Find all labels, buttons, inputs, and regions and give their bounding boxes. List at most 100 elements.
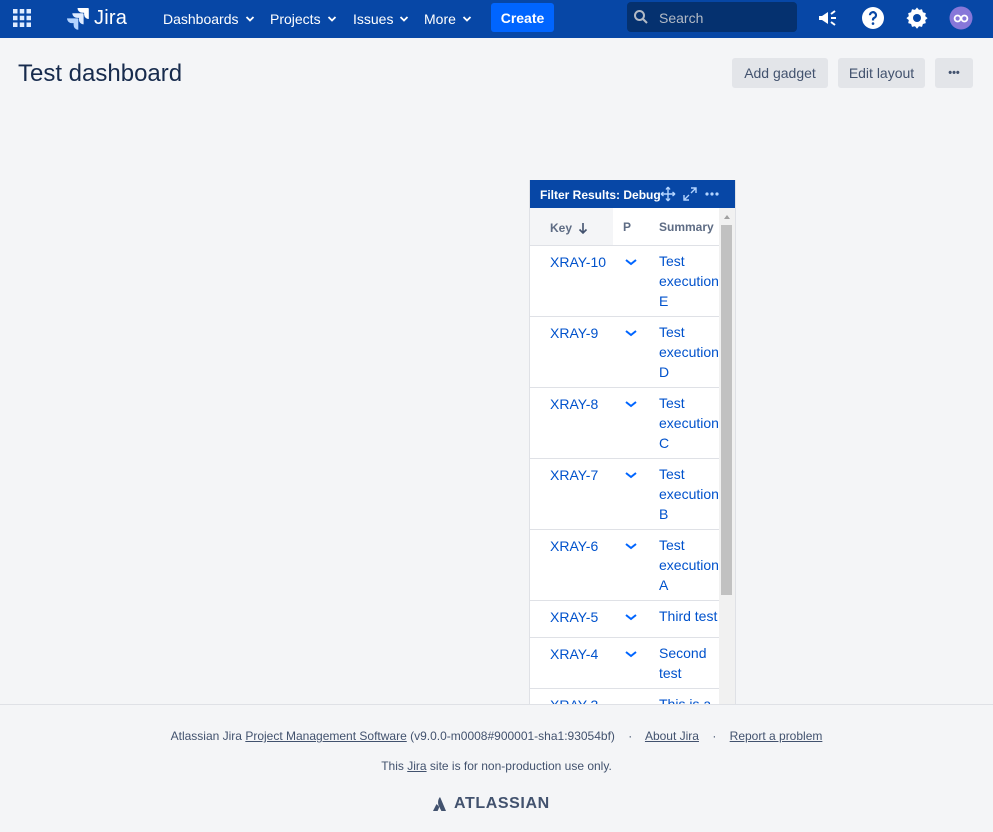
summary-line: A bbox=[659, 577, 669, 593]
issue-key-link[interactable]: XRAY-9 bbox=[550, 325, 598, 341]
issue-key-link[interactable]: XRAY-4 bbox=[550, 646, 598, 662]
column-header-key-label: Key bbox=[550, 221, 573, 235]
priority-low-icon bbox=[625, 651, 637, 658]
chevron-down-icon bbox=[400, 16, 409, 22]
gadget-menu-icon[interactable] bbox=[704, 186, 720, 202]
row-divider bbox=[530, 458, 719, 459]
chevron-down-icon bbox=[327, 16, 336, 22]
summary-line: B bbox=[659, 506, 669, 522]
atlassian-logo-icon bbox=[433, 797, 446, 811]
summary-line: Test bbox=[659, 537, 685, 553]
issue-key-link[interactable]: XRAY-8 bbox=[550, 396, 598, 412]
summary-line: Test bbox=[659, 395, 685, 411]
column-header-priority[interactable]: P bbox=[623, 220, 631, 234]
row-divider bbox=[530, 529, 719, 530]
report-problem-link[interactable]: Report a problem bbox=[730, 729, 823, 743]
footer: Atlassian Jira Project Management Softwa… bbox=[0, 704, 993, 832]
row-divider bbox=[530, 387, 719, 388]
issue-summary-link[interactable]: Test execution A bbox=[659, 535, 719, 595]
issue-key-link[interactable]: XRAY-7 bbox=[550, 467, 598, 483]
row-divider bbox=[530, 637, 719, 638]
add-gadget-button[interactable]: Add gadget bbox=[732, 58, 828, 88]
notice-text: This bbox=[381, 759, 404, 773]
page-title: Test dashboard bbox=[18, 60, 183, 87]
settings-gear-icon[interactable] bbox=[905, 6, 929, 30]
nav-more-label: More bbox=[424, 11, 456, 27]
help-icon[interactable] bbox=[861, 6, 885, 30]
sort-descending-icon bbox=[579, 223, 588, 235]
nav-issues-label: Issues bbox=[353, 11, 394, 27]
filter-results-gadget: Filter Results: Debug Key P Summary XRAY… bbox=[529, 180, 736, 706]
top-navigation-bar: Jira Dashboards Projects Issues More Cre… bbox=[0, 0, 993, 38]
version-text: (v9.0.0-m0008#900001-sha1:93054bf) bbox=[410, 729, 615, 743]
gadget-header: Filter Results: Debug bbox=[530, 180, 735, 208]
nav-dashboards[interactable]: Dashboards bbox=[163, 0, 255, 38]
jira-logo[interactable]: Jira bbox=[66, 6, 127, 30]
chevron-down-icon bbox=[462, 16, 472, 22]
summary-line: E bbox=[659, 293, 669, 309]
user-avatar-icon[interactable] bbox=[949, 6, 973, 30]
search-input[interactable]: Search bbox=[627, 2, 797, 32]
column-header-summary[interactable]: Summary bbox=[659, 220, 714, 234]
notifications-megaphone-icon[interactable] bbox=[816, 6, 840, 30]
separator: · bbox=[712, 729, 717, 743]
summary-line: Second bbox=[659, 645, 707, 661]
header-divider bbox=[530, 245, 719, 246]
nav-more[interactable]: More bbox=[424, 0, 472, 38]
gadget-title: Filter Results: Debug bbox=[540, 188, 661, 202]
summary-line: Test bbox=[659, 466, 685, 482]
row-divider bbox=[530, 600, 719, 601]
jira-link[interactable]: Jira bbox=[407, 759, 426, 773]
summary-line: execution bbox=[659, 486, 719, 502]
priority-low-icon bbox=[625, 259, 637, 266]
row-divider bbox=[530, 688, 719, 689]
nav-issues[interactable]: Issues bbox=[353, 0, 409, 38]
issue-summary-link[interactable]: Test execution B bbox=[659, 464, 719, 524]
non-production-notice: This Jira site is for non-production use… bbox=[0, 759, 993, 773]
footer-product-text: Atlassian Jira bbox=[170, 729, 242, 743]
summary-line: execution bbox=[659, 415, 719, 431]
create-button[interactable]: Create bbox=[491, 3, 554, 32]
notice-text: site is for non-production use only. bbox=[429, 759, 612, 773]
summary-line: test bbox=[659, 665, 682, 681]
issue-summary-link[interactable]: Third test bbox=[659, 606, 719, 626]
summary-line: D bbox=[659, 364, 670, 380]
priority-low-icon bbox=[625, 614, 637, 621]
summary-line: Test bbox=[659, 324, 685, 340]
summary-line: execution bbox=[659, 557, 719, 573]
summary-line: execution bbox=[659, 344, 719, 360]
issue-summary-link[interactable]: Test execution E bbox=[659, 251, 719, 311]
nav-projects[interactable]: Projects bbox=[270, 0, 337, 38]
priority-low-icon bbox=[625, 472, 637, 479]
jira-logo-icon bbox=[67, 8, 89, 30]
app-name: Jira bbox=[94, 6, 128, 29]
project-management-software-link[interactable]: Project Management Software bbox=[245, 729, 406, 743]
priority-low-icon bbox=[625, 401, 637, 408]
footer-info-line: Atlassian Jira Project Management Softwa… bbox=[0, 729, 993, 743]
atlassian-logo[interactable]: ATLASSIAN bbox=[432, 795, 550, 813]
summary-line: Third test bbox=[659, 608, 718, 624]
search-icon bbox=[634, 10, 648, 24]
move-icon[interactable] bbox=[660, 186, 676, 202]
column-header-key[interactable]: Key bbox=[550, 220, 588, 235]
app-switcher-icon[interactable] bbox=[12, 8, 32, 28]
issue-summary-link[interactable]: Test execution C bbox=[659, 393, 719, 453]
issue-key-link[interactable]: XRAY-10 bbox=[550, 254, 606, 270]
issue-key-link[interactable]: XRAY-5 bbox=[550, 609, 598, 625]
edit-layout-button[interactable]: Edit layout bbox=[838, 58, 925, 88]
summary-line: Test bbox=[659, 253, 685, 269]
scroll-up-arrow-icon[interactable] bbox=[722, 213, 732, 221]
nav-dashboards-label: Dashboards bbox=[163, 11, 239, 27]
issue-key-link[interactable]: XRAY-6 bbox=[550, 538, 598, 554]
more-actions-button[interactable]: ••• bbox=[935, 58, 973, 88]
chevron-down-icon bbox=[245, 16, 254, 22]
nav-projects-label: Projects bbox=[270, 11, 321, 27]
scrollbar-thumb[interactable] bbox=[721, 225, 732, 595]
row-divider bbox=[530, 316, 719, 317]
issue-summary-link[interactable]: Second test bbox=[659, 643, 719, 683]
summary-line: C bbox=[659, 435, 670, 451]
about-jira-link[interactable]: About Jira bbox=[645, 729, 699, 743]
issue-summary-link[interactable]: Test execution D bbox=[659, 322, 719, 382]
search-placeholder: Search bbox=[659, 10, 704, 26]
maximize-icon[interactable] bbox=[682, 186, 698, 202]
